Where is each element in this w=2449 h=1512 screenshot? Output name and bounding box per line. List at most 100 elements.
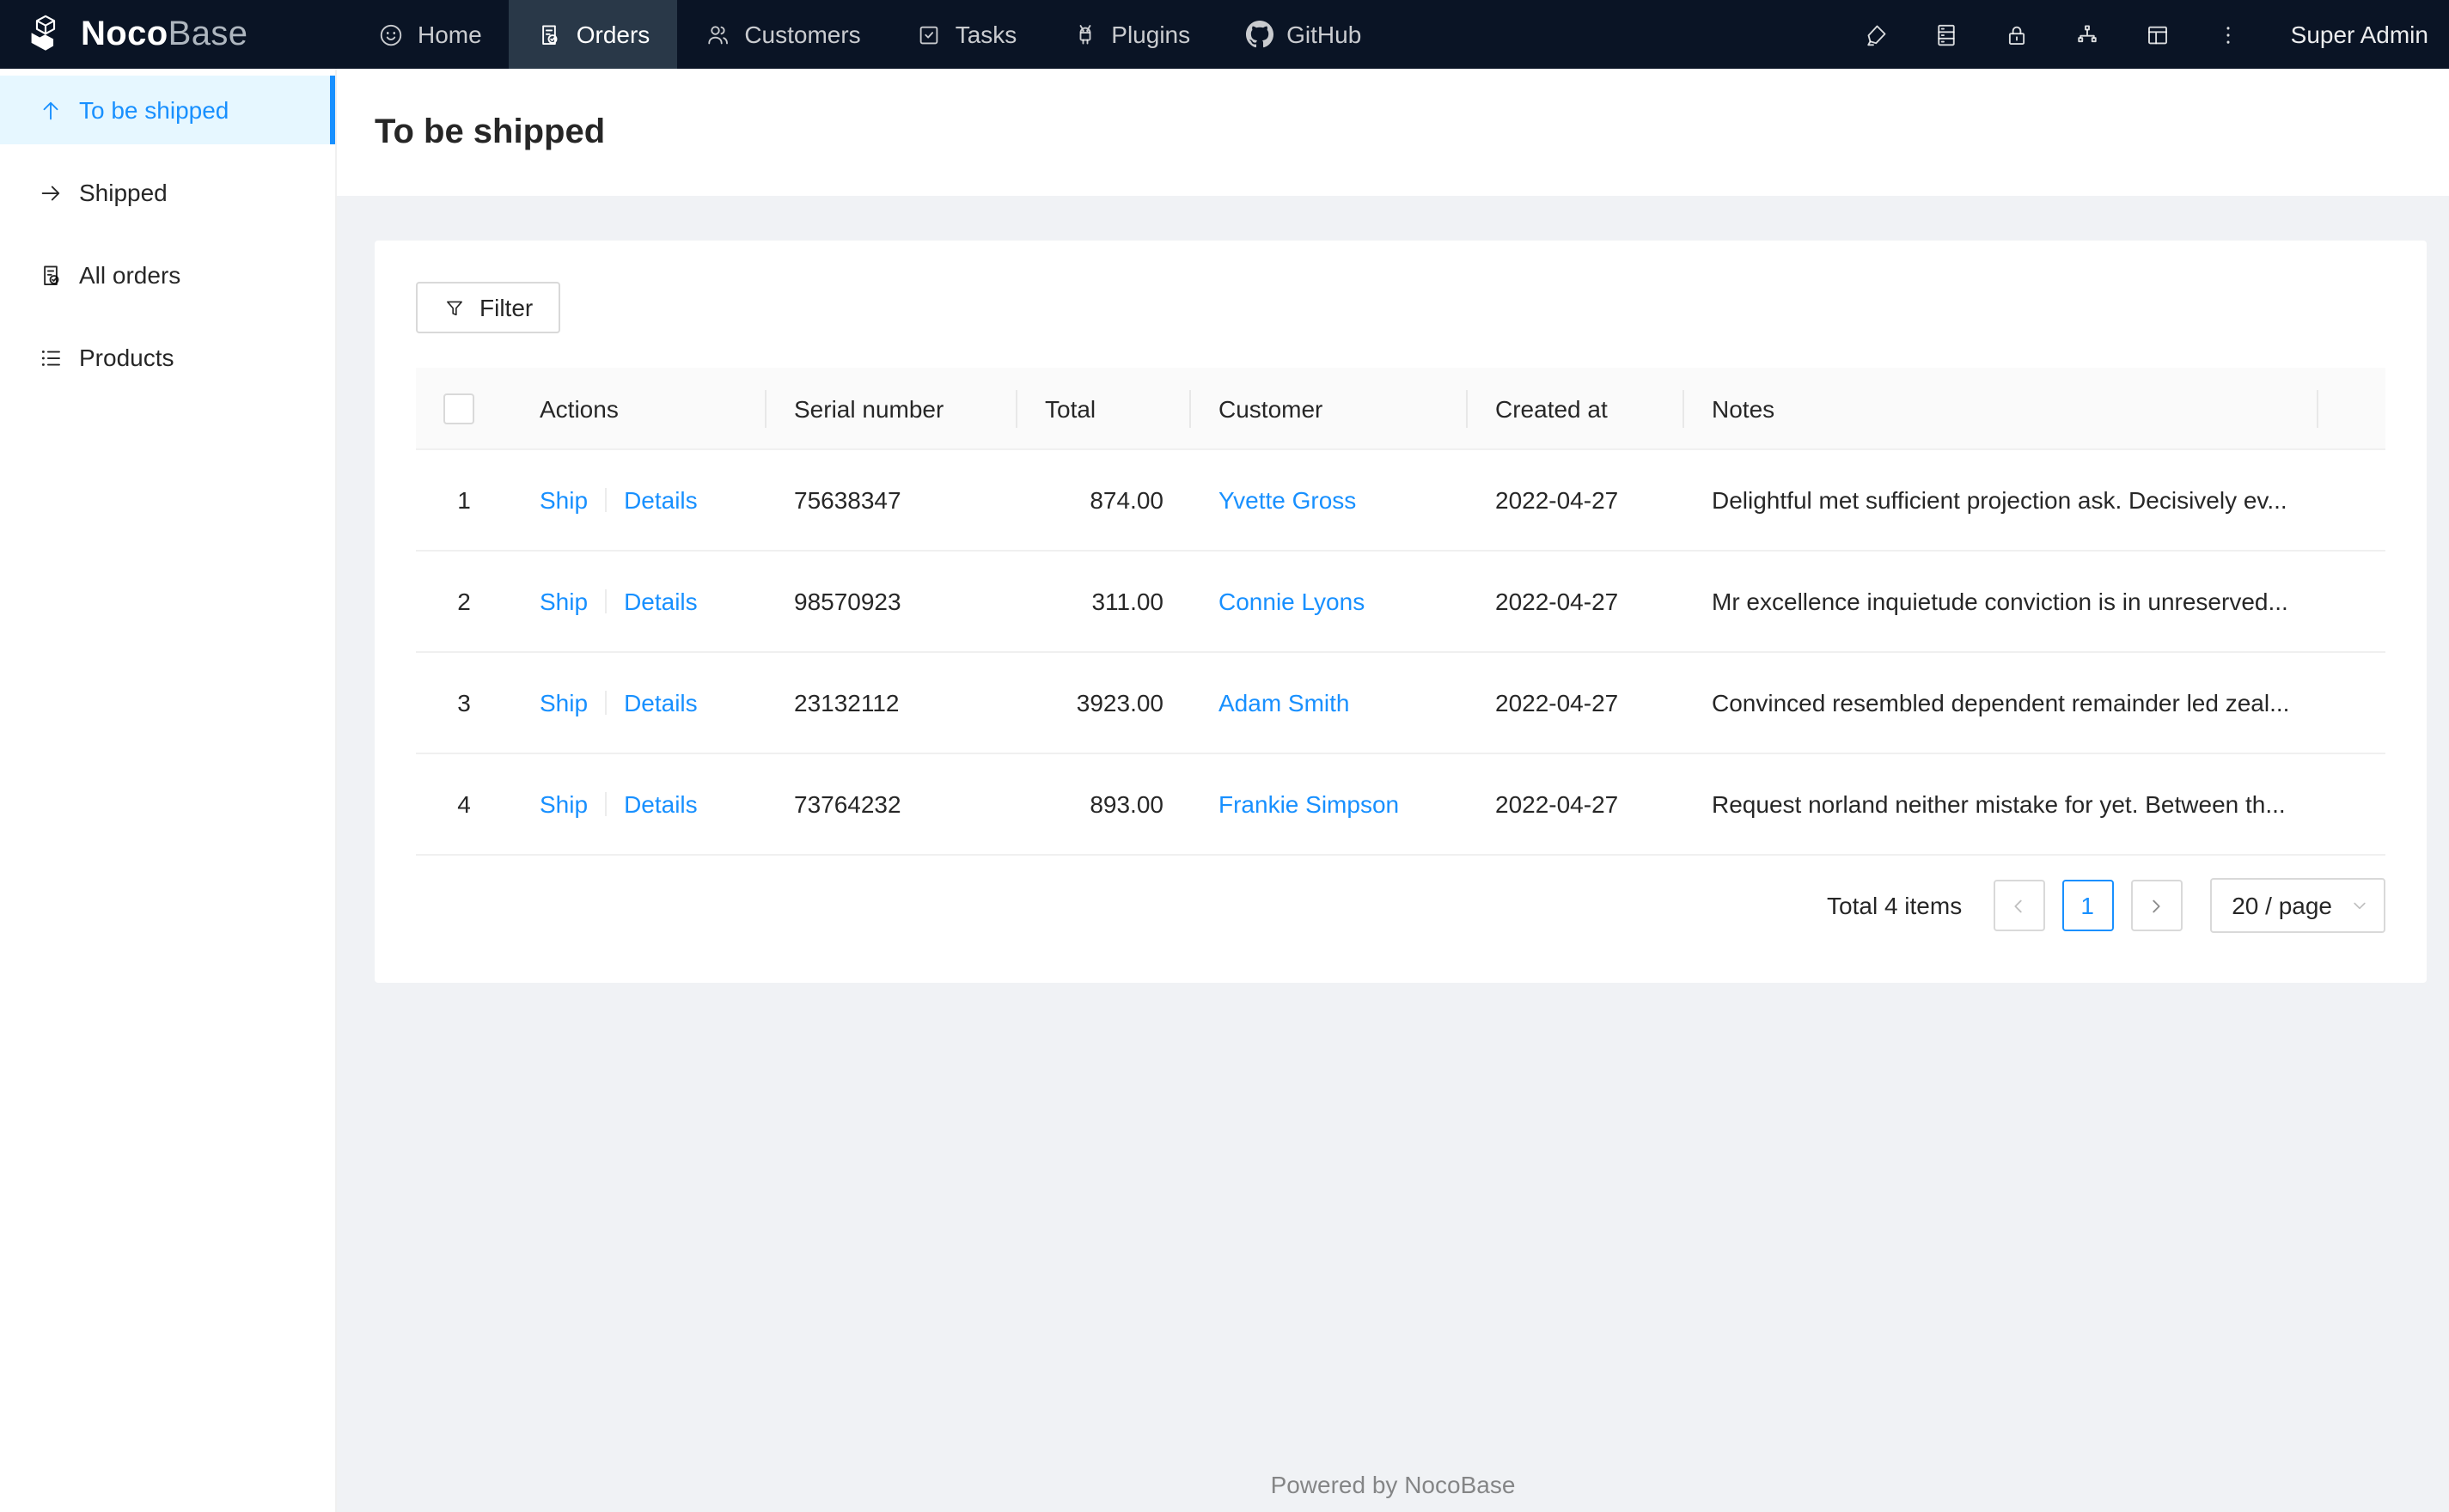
- sidebar-item-all-orders[interactable]: All orders: [0, 241, 335, 309]
- table-header-row: Actions Serial number Total Customer Cre…: [416, 368, 2385, 450]
- customer-link[interactable]: Connie Lyons: [1218, 588, 1365, 615]
- page-size-value: 20 / page: [2232, 892, 2332, 919]
- chevron-down-icon: [2351, 897, 2368, 914]
- details-link[interactable]: Details: [624, 689, 698, 716]
- ship-link[interactable]: Ship: [540, 689, 588, 716]
- page-size-select[interactable]: 20 / page: [2209, 878, 2385, 933]
- column-header-serial-number: Serial number: [766, 368, 1017, 450]
- details-link[interactable]: Details: [624, 790, 698, 818]
- customer-cell: Yvette Gross: [1191, 449, 1468, 552]
- row-index: 2: [416, 551, 512, 653]
- nav-item-label: Home: [418, 21, 482, 48]
- row-index: 3: [416, 652, 512, 754]
- column-header-notes: Notes: [1684, 368, 2318, 450]
- customer-cell: Connie Lyons: [1191, 551, 1468, 653]
- row-index: 1: [416, 449, 512, 552]
- arrow-up-icon: [38, 97, 64, 123]
- nav-item-label: Tasks: [955, 21, 1017, 48]
- layout-button[interactable]: [2122, 0, 2193, 69]
- user-menu[interactable]: Super Admin: [2291, 21, 2428, 48]
- row-actions: Ship Details: [512, 449, 766, 552]
- total-cell: 874.00: [1017, 449, 1191, 552]
- total-cell: 893.00: [1017, 753, 1191, 856]
- column-header-total: Total: [1017, 368, 1191, 450]
- customer-cell: Adam Smith: [1191, 652, 1468, 754]
- created-at-cell: 2022-04-27: [1468, 449, 1684, 552]
- pagination-next-button[interactable]: [2130, 880, 2183, 931]
- filter-button[interactable]: Filter: [416, 282, 561, 333]
- github-icon: [1245, 21, 1273, 48]
- select-all-checkbox[interactable]: [443, 393, 474, 424]
- permissions-button[interactable]: [1982, 0, 2052, 69]
- ship-link[interactable]: Ship: [540, 588, 588, 615]
- sidebar-item-label: Products: [79, 344, 174, 371]
- android-icon: [1072, 21, 1097, 47]
- created-at-cell: 2022-04-27: [1468, 551, 1684, 653]
- logo[interactable]: NocoBase: [0, 0, 337, 69]
- more-icon: [2215, 21, 2241, 47]
- nav-item-home[interactable]: Home: [351, 0, 510, 69]
- ship-link[interactable]: Ship: [540, 790, 588, 818]
- more-button[interactable]: [2193, 0, 2263, 69]
- nav-item-plugins[interactable]: Plugins: [1044, 0, 1218, 69]
- filter-icon: [443, 296, 466, 319]
- column-header-actions: Actions: [512, 368, 766, 450]
- sidebar-item-to-be-shipped[interactable]: To be shipped: [0, 76, 335, 144]
- action-divider: [605, 792, 608, 816]
- audit-icon: [38, 262, 64, 288]
- nav-item-tasks[interactable]: Tasks: [889, 0, 1045, 69]
- filter-button-label: Filter: [479, 294, 534, 321]
- page-header: To be shipped: [337, 69, 2449, 196]
- created-at-cell: 2022-04-27: [1468, 652, 1684, 754]
- row-actions: Ship Details: [512, 652, 766, 754]
- column-header-spacer: [2318, 368, 2385, 450]
- action-divider: [605, 589, 608, 613]
- table-row: 1 Ship Details 75638347 874.00 Yvette Gro…: [416, 449, 2385, 552]
- collections-button[interactable]: [1911, 0, 1982, 69]
- customer-link[interactable]: Adam Smith: [1218, 689, 1350, 716]
- serial-number-cell: 75638347: [766, 449, 1017, 552]
- created-at-cell: 2022-04-27: [1468, 753, 1684, 856]
- workflow-button[interactable]: [2052, 0, 2122, 69]
- smile-icon: [378, 21, 404, 47]
- column-header-created-at: Created at: [1468, 368, 1684, 450]
- action-divider: [605, 691, 608, 715]
- database-icon: [1933, 21, 1959, 47]
- pagination-page-1[interactable]: 1: [2061, 880, 2114, 931]
- spacer-cell: [2318, 753, 2385, 856]
- nav-item-label: Customers: [744, 21, 861, 48]
- chevron-right-icon: [2147, 896, 2165, 915]
- row-actions: Ship Details: [512, 753, 766, 856]
- spacer-cell: [2318, 449, 2385, 552]
- nav-item-customers[interactable]: Customers: [677, 0, 888, 69]
- orders-card: Filter Actions Serial number Total Custo…: [375, 241, 2427, 983]
- apartment-icon: [2074, 21, 2100, 47]
- ship-link[interactable]: Ship: [540, 486, 588, 514]
- powered-by-link[interactable]: Powered by NocoBase: [337, 1471, 2449, 1498]
- sidebar-item-shipped[interactable]: Shipped: [0, 158, 335, 227]
- pagination: Total 4 items 1 20 / page: [416, 878, 2385, 933]
- customer-link[interactable]: Frankie Simpson: [1218, 790, 1399, 818]
- main-menu: Home Orders Customers Tasks Plugins GitH…: [351, 0, 1389, 69]
- sidebar-item-label: All orders: [79, 261, 181, 289]
- nav-item-github[interactable]: GitHub: [1218, 0, 1389, 69]
- ui-editor-button[interactable]: [1841, 0, 1911, 69]
- carry-out-icon: [916, 21, 942, 47]
- total-cell: 311.00: [1017, 551, 1191, 653]
- nav-item-orders[interactable]: Orders: [509, 0, 678, 69]
- customer-link[interactable]: Yvette Gross: [1218, 486, 1356, 514]
- logo-text-bold: Noco: [81, 15, 168, 52]
- customer-cell: Frankie Simpson: [1191, 753, 1468, 856]
- page-title: To be shipped: [375, 113, 606, 150]
- sidebar-item-products[interactable]: Products: [0, 323, 335, 392]
- pagination-prev-button[interactable]: [1993, 880, 2045, 931]
- details-link[interactable]: Details: [624, 588, 698, 615]
- highlight-icon: [1863, 21, 1889, 47]
- serial-number-cell: 73764232: [766, 753, 1017, 856]
- app-window: NocoBase Home Orders Customers Tasks Plu…: [0, 0, 2449, 1512]
- details-link[interactable]: Details: [624, 486, 698, 514]
- main-content: Filter Actions Serial number Total Custo…: [337, 196, 2449, 1512]
- nav-item-label: GitHub: [1286, 21, 1362, 48]
- column-header-customer: Customer: [1191, 368, 1468, 450]
- notes-cell: Delightful met sufficient projection ask…: [1684, 449, 2318, 552]
